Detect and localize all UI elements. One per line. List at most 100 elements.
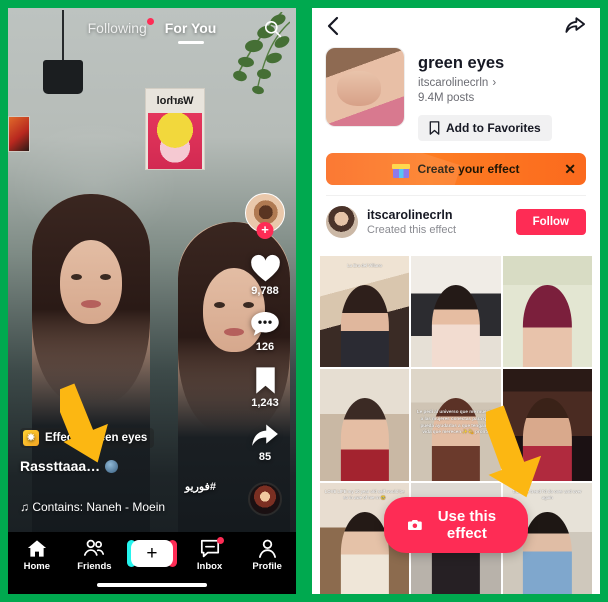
effect-chip-label: Effect · green eyes (45, 432, 148, 444)
avatar[interactable]: + (245, 193, 285, 239)
nav-label-inbox: Inbox (196, 561, 223, 572)
effect-video-thumbnail[interactable]: Le pedí al universo que me muestre a las… (411, 369, 501, 481)
bookmark-icon (429, 121, 440, 135)
feed-header: Following For You (8, 8, 296, 48)
screenshot-stage: Warhol Following For You + 9,788 126 1,2… (0, 0, 608, 602)
comment-icon (251, 312, 279, 336)
profile-icon (258, 539, 276, 558)
inbox-badge-dot (216, 537, 224, 544)
effect-video-thumbnail[interactable] (502, 369, 592, 481)
thumbnail-overlay-text: that one trend I'd do over and over agai… (512, 489, 582, 501)
action-rail: + 9,788 126 1,243 85 (240, 193, 290, 516)
plus-glyph: + (146, 543, 158, 564)
tab-for-you-label: For You (164, 20, 217, 36)
effect-info: green eyes itscarolinecrln › 9.4M posts … (312, 44, 600, 141)
thumbnail-subject (340, 398, 389, 481)
bottom-nav: Home Friends + Inbox Profile (8, 532, 296, 594)
creator-row: itscarolinecrln Created this effect Foll… (326, 195, 586, 238)
caption-emoji (105, 459, 119, 473)
thumbnail-overlay-text: La Era del Villano (347, 262, 383, 268)
caption-title[interactable]: Rassttaaa… (20, 458, 216, 474)
thumbnail-subject (340, 511, 389, 594)
nav-item-create[interactable]: + (126, 539, 177, 567)
tab-following-label: Following (87, 20, 147, 36)
tiktok-feed-panel: Warhol Following For You + 9,788 126 1,2… (8, 8, 296, 594)
creator-avatar[interactable] (326, 206, 358, 238)
effect-cover-image[interactable] (326, 48, 404, 126)
nav-item-home[interactable]: Home (12, 539, 62, 572)
tab-for-you[interactable]: For You (165, 20, 217, 36)
mouth (81, 300, 101, 308)
caption-music[interactable]: ♫ Contains: Naneh - Moein (20, 500, 216, 514)
share-arrow-icon (252, 424, 278, 446)
back-chevron-icon[interactable] (326, 16, 340, 36)
effect-video-thumbnail[interactable]: La Era del Villano (320, 256, 410, 368)
effect-video-thumbnail[interactable] (411, 256, 501, 368)
close-icon[interactable]: ✕ (564, 162, 576, 176)
like-count: 9,788 (251, 285, 279, 297)
nav-item-friends[interactable]: Friends (69, 539, 119, 572)
thumbnail-subject (340, 284, 389, 368)
create-your-effect-banner[interactable]: Create your effect ✕ (326, 153, 586, 185)
nav-item-profile[interactable]: Profile (242, 539, 292, 572)
chevron-right-icon: › (492, 77, 497, 89)
eye (100, 274, 111, 280)
music-disc-icon[interactable] (248, 482, 282, 516)
wall-art (8, 116, 30, 152)
effect-video-thumbnail[interactable] (320, 369, 410, 481)
nav-label-profile: Profile (252, 561, 282, 572)
effect-video-thumbnail[interactable] (502, 256, 592, 368)
effect-post-count: 9.4M posts (418, 92, 475, 104)
comment-count: 126 (255, 341, 275, 353)
effect-title: green eyes (418, 54, 505, 72)
effect-sparkle-icon (23, 430, 39, 446)
creator-subtitle: Created this effect (367, 224, 457, 236)
thumbnail-overlay-text: LOVE LIFE my 10 year old self would be s… (324, 489, 405, 501)
search-icon[interactable] (263, 19, 282, 38)
effect-detail-panel: green eyes itscarolinecrln › 9.4M posts … (312, 8, 600, 594)
caption-hashtag[interactable]: #فوریو (20, 480, 216, 493)
use-this-effect-label: Use this effect (437, 508, 497, 542)
video-caption: Effect · green eyes Rassttaaa… #فوریو ♫ … (20, 428, 216, 514)
poster-art (148, 113, 202, 169)
home-icon (27, 540, 46, 557)
detail-top-bar (312, 8, 600, 44)
thumbnail-subject (431, 284, 481, 368)
bookmark-button[interactable]: 1,243 (251, 366, 279, 409)
effect-chip[interactable]: Effect · green eyes (20, 428, 155, 448)
creator-text: itscarolinecrln Created this effect (367, 208, 456, 236)
home-indicator (97, 583, 207, 587)
share-arrow-icon[interactable] (564, 16, 586, 36)
gift-icon (392, 161, 411, 178)
add-to-favorites-button[interactable]: Add to Favorites (418, 115, 552, 141)
add-to-favorites-label: Add to Favorites (446, 121, 541, 135)
effect-author[interactable]: itscarolinecrln › (418, 77, 552, 89)
follow-button[interactable]: Follow (515, 209, 586, 235)
effect-author-name: itscarolinecrln (418, 77, 489, 89)
share-count: 85 (258, 451, 272, 463)
heart-icon (250, 254, 280, 282)
comment-button[interactable]: 126 (250, 310, 280, 353)
eye (214, 302, 225, 308)
effect-meta: green eyes itscarolinecrln › 9.4M posts … (418, 48, 552, 141)
use-this-effect-button[interactable]: Use this effect (384, 497, 528, 553)
caption-title-text: Rassttaaa… (20, 458, 101, 474)
create-plus-icon[interactable]: + (126, 540, 177, 567)
nav-item-inbox[interactable]: Inbox (185, 537, 235, 572)
camera-icon (408, 520, 422, 530)
promo-label: Create your effect (417, 162, 520, 176)
follow-plus-badge[interactable]: + (256, 222, 274, 239)
eye (71, 274, 82, 280)
following-badge-dot (146, 18, 154, 25)
share-button[interactable]: 85 (250, 422, 280, 463)
lamp-shade (43, 60, 83, 94)
thumbnail-overlay-text: Le pedí al universo que me muestre a las… (416, 409, 496, 435)
bookmark-count: 1,243 (251, 397, 279, 409)
poster-title: Warhol (156, 95, 194, 107)
gift-lid (392, 163, 411, 169)
thumbnail-subject (523, 284, 572, 368)
like-button[interactable]: 9,788 (250, 254, 281, 297)
thumbnail-subject (523, 511, 572, 594)
face (60, 240, 122, 324)
tab-following[interactable]: Following (87, 18, 154, 36)
